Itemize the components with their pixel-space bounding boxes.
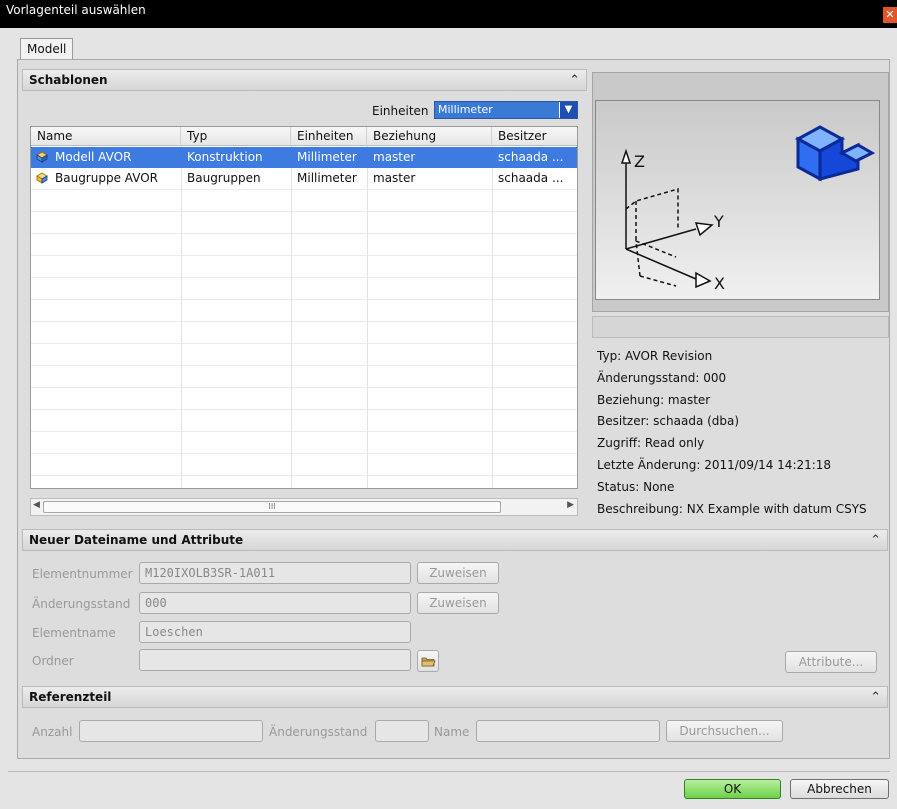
datum-csys-icon: Z Y X <box>620 125 876 293</box>
scroll-left-icon[interactable]: ◀ <box>33 500 40 510</box>
info-status: Status: None <box>597 479 675 494</box>
column-header-type[interactable]: Typ <box>181 127 291 146</box>
attributes-button[interactable]: Attribute... <box>785 651 877 673</box>
info-owner: Besitzer: schaada (dba) <box>597 414 740 429</box>
folder-icon <box>421 657 436 667</box>
close-icon[interactable]: ✕ <box>883 7 897 23</box>
cell-owner: schaada ... <box>498 150 564 164</box>
cell-relation: master <box>373 171 416 185</box>
window-title: Vorlagenteil auswählen <box>6 3 146 17</box>
template-info: Typ: AVOR Revision Änderungsstand: 000 B… <box>597 346 887 520</box>
chevron-up-icon[interactable]: ⌃ <box>870 687 881 708</box>
templates-table[interactable]: Name Typ Einheiten Beziehung Besitzer Mo… <box>30 126 578 489</box>
info-relation: Beziehung: master <box>597 392 711 407</box>
column-header-name[interactable]: Name <box>31 127 181 146</box>
info-access: Zugriff: Read only <box>597 436 705 451</box>
table-row[interactable]: Modell AVOR Konstruktion Millimeter mast… <box>31 147 577 168</box>
browse-folder-button[interactable] <box>417 650 439 672</box>
cell-type: Baugruppen <box>187 171 261 185</box>
reference-revision-field[interactable] <box>375 720 429 742</box>
count-label: Anzahl <box>32 725 73 739</box>
cell-units: Millimeter <box>297 171 357 185</box>
column-header-owner[interactable]: Besitzer <box>492 127 577 146</box>
element-number-field[interactable]: M120IXOLB3SR-1A011 <box>139 562 411 584</box>
part-icon <box>36 151 48 163</box>
template-preview-image: Z Y X <box>595 100 880 300</box>
horizontal-scrollbar[interactable]: ◀ III ▶ <box>30 498 578 516</box>
info-type: Typ: AVOR Revision <box>597 349 713 363</box>
revision-field[interactable]: 000 <box>139 592 411 614</box>
table-header: Name Typ Einheiten Beziehung Besitzer <box>31 127 577 146</box>
info-description: Beschreibung: NX Example with datum CSYS <box>597 501 867 516</box>
element-name-label: Elementname <box>32 626 116 640</box>
info-revision: Änderungsstand: 000 <box>597 370 727 385</box>
cell-name: Baugruppe AVOR <box>55 171 159 185</box>
column-header-relation[interactable]: Beziehung <box>367 127 492 146</box>
info-last-change: Letzte Änderung: 2011/09/14 14:21:18 <box>597 457 832 472</box>
cell-name: Modell AVOR <box>55 150 132 164</box>
assign-revision-button[interactable]: Zuweisen <box>417 592 499 614</box>
chevron-up-icon[interactable]: ⌃ <box>870 530 881 551</box>
browse-button[interactable]: Durchsuchen... <box>666 720 783 742</box>
scroll-thumb[interactable]: III <box>43 501 501 513</box>
axis-z-label: Z <box>634 152 645 171</box>
cancel-button[interactable]: Abbrechen <box>790 779 889 799</box>
element-number-label: Elementnummer <box>32 567 133 581</box>
reference-name-label: Name <box>434 725 470 739</box>
reference-name-field[interactable] <box>476 720 660 742</box>
templates-section-header[interactable]: Schablonen ⌃ <box>22 69 587 91</box>
assign-element-number-button[interactable]: Zuweisen <box>417 562 499 584</box>
reference-section-title: Referenzteil <box>29 690 112 704</box>
solid-block-icon <box>794 125 876 182</box>
revision-label: Änderungsstand <box>32 597 131 611</box>
cell-type: Konstruktion <box>187 150 263 164</box>
scroll-grip: III <box>268 502 276 511</box>
reference-section-header[interactable]: Referenzteil ⌃ <box>22 686 888 708</box>
new-file-section-title: Neuer Dateiname und Attribute <box>29 533 244 547</box>
units-dropdown-value: Millimeter <box>438 103 493 116</box>
tab-modell[interactable]: Modell <box>20 38 74 60</box>
chevron-down-icon[interactable]: ▼ <box>559 102 577 118</box>
folder-label: Ordner <box>32 654 74 668</box>
reference-revision-label: Änderungsstand <box>269 725 368 739</box>
ok-button[interactable]: OK <box>684 779 781 799</box>
footer-separator <box>8 771 890 772</box>
new-file-section-header[interactable]: Neuer Dateiname und Attribute ⌃ <box>22 529 888 551</box>
count-field[interactable] <box>79 720 263 742</box>
units-dropdown[interactable]: Millimeter ▼ <box>434 101 578 119</box>
folder-field[interactable] <box>139 649 411 671</box>
column-header-units[interactable]: Einheiten <box>291 127 367 146</box>
title-bar: Vorlagenteil auswählen ✕ <box>0 0 897 28</box>
units-label: Einheiten <box>372 104 429 118</box>
table-row[interactable]: Baugruppe AVOR Baugruppen Millimeter mas… <box>31 168 577 189</box>
scroll-right-icon[interactable]: ▶ <box>567 500 574 510</box>
cell-owner: schaada ... <box>498 171 564 185</box>
info-separator <box>592 316 889 338</box>
assembly-icon <box>36 172 48 184</box>
axis-y-label: Y <box>713 212 724 231</box>
axis-x-label: X <box>714 274 725 293</box>
templates-section-title: Schablonen <box>29 73 108 87</box>
chevron-up-icon[interactable]: ⌃ <box>569 70 580 91</box>
element-name-field[interactable]: Loeschen <box>139 621 411 643</box>
cell-relation: master <box>373 150 416 164</box>
cell-units: Millimeter <box>297 150 357 164</box>
